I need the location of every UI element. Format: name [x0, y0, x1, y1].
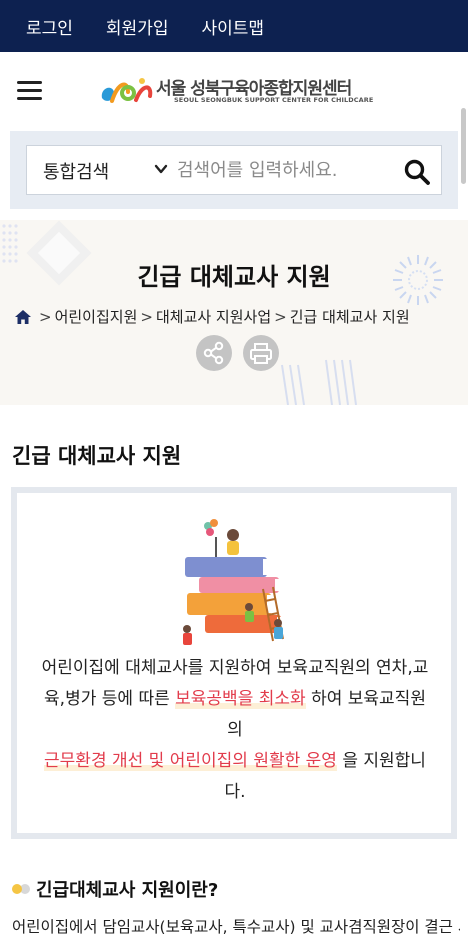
breadcrumb-separator: >: [39, 307, 52, 326]
breadcrumb-item[interactable]: 어린이집지원: [55, 306, 138, 327]
intro-box: 어린이집에 대체교사를 지원하여 보육교직원의 연차,교육,병가 등에 따른 보…: [11, 487, 457, 839]
breadcrumb-item[interactable]: 대체교사 지원사업: [156, 306, 271, 327]
section-title: 긴급 대체교사 지원: [12, 444, 182, 468]
search-area: 통합검색: [10, 131, 458, 209]
breadcrumb: > 어린이집지원 > 대체교사 지원사업 > 긴급 대체교사 지원: [14, 306, 410, 327]
top-bar: 로그인 회원가입 사이트맵: [0, 0, 468, 52]
logo-mark-icon: [101, 78, 153, 103]
login-link[interactable]: 로그인: [26, 14, 73, 39]
signup-link[interactable]: 회원가입: [106, 14, 169, 39]
sitemap-link[interactable]: 사이트맵: [201, 14, 264, 39]
menu-icon[interactable]: [17, 81, 42, 101]
body-paragraph: 어린이집에서 담임교사(보육교사, 특수교사) 및 교사겸직원장이 결근 시 연…: [12, 918, 460, 936]
page-title: 긴급 대체교사 지원: [137, 263, 331, 291]
site-logo[interactable]: 서울 성북구육아종합지원센터 SEOUL SEONGBUK SUPPORT CE…: [98, 74, 373, 110]
subheading: 긴급대체교사 지원이란?: [12, 876, 218, 902]
chevron-down-icon[interactable]: [154, 162, 168, 176]
highlight-text: 보육공백을 최소화: [175, 689, 306, 709]
search-box: 통합검색: [26, 145, 442, 195]
intro-text: 어린이집에 대체교사를 지원하여 보육교직원의 연차,교육,병가 등에 따른 보…: [37, 653, 433, 808]
subheading-text: 긴급대체교사 지원이란?: [36, 880, 219, 901]
search-icon[interactable]: [403, 158, 431, 186]
highlight-text: 근무환경 개선 및 어린이집의 원활한 운영: [44, 751, 337, 771]
breadcrumb-separator: >: [274, 307, 287, 326]
search-scope-select[interactable]: 통합검색: [43, 158, 109, 184]
search-input[interactable]: [177, 154, 387, 186]
home-icon[interactable]: [14, 309, 32, 325]
bullet-dots-icon: [12, 884, 32, 894]
scrollbar-thumb[interactable]: [461, 108, 466, 184]
site-header: 서울 성북구육아종합지원센터 SEOUL SEONGBUK SUPPORT CE…: [0, 52, 468, 184]
page-hero: 긴급 대체교사 지원 > 어린이집지원 > 대체교사 지원사업 > 긴급 대체교…: [0, 220, 468, 405]
breadcrumb-item[interactable]: 긴급 대체교사 지원: [290, 306, 410, 327]
print-icon: [250, 343, 272, 364]
logo-subtitle: SEOUL SEONGBUK SUPPORT CENTER FOR CHILDC…: [174, 96, 374, 104]
breadcrumb-separator: >: [140, 307, 153, 326]
print-button[interactable]: [243, 335, 279, 371]
share-button[interactable]: [196, 335, 232, 371]
share-icon: [203, 341, 224, 365]
books-illustration: [183, 519, 284, 645]
